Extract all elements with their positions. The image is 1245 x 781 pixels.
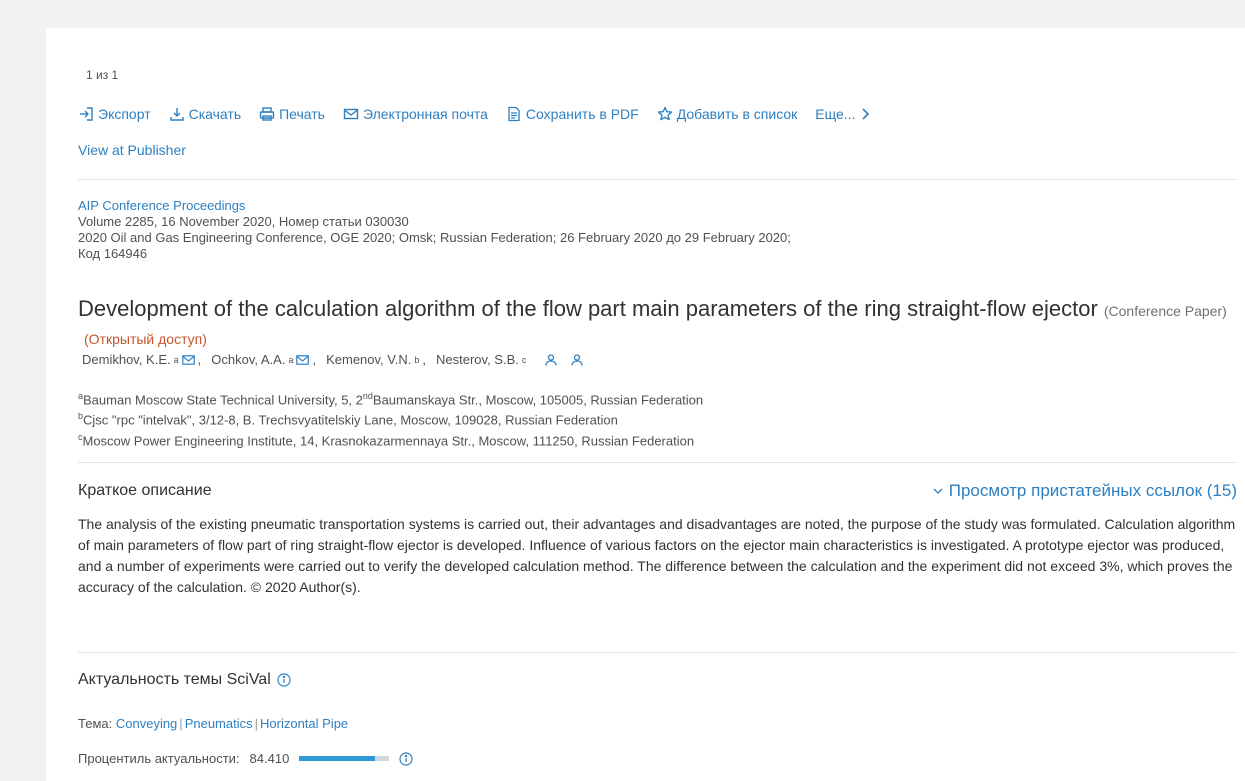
author-item[interactable]: Kemenov, V.N. b,	[326, 352, 426, 367]
mail-icon	[343, 108, 359, 120]
author-item[interactable]: Ochkov, A.A. a ,	[211, 352, 316, 367]
divider	[78, 462, 1237, 463]
conference-line: 2020 Oil and Gas Engineering Conference,…	[78, 230, 791, 245]
abstract-text: The analysis of the existing pneumatic t…	[78, 516, 1236, 595]
more-button[interactable]: Еще...	[815, 106, 873, 122]
export-label: Экспорт	[98, 106, 151, 122]
affiliation-text: Bauman Moscow State Technical University…	[83, 392, 363, 408]
document-panel: 1 из 1 Экспорт Скачать Печать Электронна…	[46, 28, 1245, 781]
topic-link[interactable]: Horizontal Pipe	[260, 716, 348, 731]
topic-link[interactable]: Pneumatics	[185, 716, 253, 731]
volume-line: Volume 2285, 16 November 2020, Номер ста…	[78, 214, 409, 229]
info-icon[interactable]	[399, 751, 413, 766]
open-access-badge: (Открытый доступ)	[84, 331, 207, 347]
download-icon	[169, 108, 184, 121]
document-title: Development of the calculation algorithm…	[78, 296, 1237, 352]
abstract-header: Краткое описание Просмотр пристатейных с…	[78, 481, 1237, 501]
percentile-label: Процентиль актуальности:	[78, 751, 240, 766]
affiliation-ordinal: nd	[362, 391, 373, 401]
more-label: Еще...	[815, 106, 856, 122]
author-name: Demikhov, K.E.	[82, 352, 171, 367]
author-affiliation-mark: a	[173, 354, 179, 365]
mail-icon[interactable]	[181, 354, 195, 365]
add-to-list-label: Добавить в список	[676, 106, 798, 122]
star-icon	[657, 106, 672, 121]
affiliation-list: aBauman Moscow State Technical Universit…	[78, 388, 703, 449]
author-affiliation-mark: b	[414, 354, 420, 365]
topic-row: Тема: Conveying | Pneumatics | Horizontal Pi…	[78, 716, 348, 731]
percentile-bar-fill	[299, 756, 376, 761]
journal-link[interactable]: AIP Conference Proceedings	[78, 198, 791, 214]
author-item[interactable]: Demikhov, K.E. a ,	[82, 352, 201, 367]
pdf-icon	[508, 106, 520, 122]
author-list: Demikhov, K.E. a , Ochkov, A.A. a , Kemeno…	[82, 352, 584, 367]
export-button[interactable]: Экспорт	[78, 106, 151, 122]
topic-label: Тема:	[78, 716, 113, 731]
affiliation-item: bCjsc "rpc "intelvak", 3/12-8, B. Trechs…	[78, 408, 703, 428]
print-button[interactable]: Печать	[259, 106, 325, 122]
save-pdf-label: Сохранить в PDF	[525, 106, 639, 122]
add-to-list-button[interactable]: Добавить в список	[657, 106, 798, 122]
author-item[interactable]: Nesterov, S.B. c	[436, 352, 526, 367]
abstract-heading: Краткое описание	[78, 482, 212, 499]
code-line: Код 164946	[78, 246, 148, 261]
person-icon[interactable]	[544, 353, 558, 367]
divider	[78, 652, 1237, 653]
source-info: AIP Conference Proceedings Volume 2285, …	[78, 198, 791, 262]
percentile-bar	[299, 756, 390, 761]
person-icon[interactable]	[570, 353, 584, 367]
save-pdf-button[interactable]: Сохранить в PDF	[506, 106, 639, 122]
author-affiliation-mark: a	[288, 354, 294, 365]
affiliation-text-rest: Baumanskaya Str., Moscow, 105005, Russia…	[372, 392, 704, 408]
document-toolbar: Экспорт Скачать Печать Электронная почта	[78, 106, 873, 122]
author-name: Kemenov, V.N.	[326, 352, 412, 367]
view-references-link[interactable]: Просмотр пристатейных ссылок (15)	[933, 481, 1237, 501]
percentile-value: 84.410	[249, 751, 290, 766]
chevron-right-icon	[862, 108, 870, 120]
affiliation-item: cMoscow Power Engineering Institute, 14,…	[78, 429, 703, 449]
info-icon[interactable]	[277, 673, 291, 687]
scival-heading-text: Актуальность темы SciVal	[78, 671, 271, 688]
topic-separator: |	[179, 716, 183, 731]
mail-icon[interactable]	[296, 354, 310, 365]
author-affiliation-mark: c	[521, 354, 527, 365]
download-button[interactable]: Скачать	[169, 106, 242, 122]
view-references-label: Просмотр пристатейных ссылок (15)	[948, 481, 1237, 500]
affiliation-item: aBauman Moscow State Technical Universit…	[78, 388, 703, 408]
export-icon	[80, 107, 93, 121]
view-at-publisher-link[interactable]: View at Publisher	[78, 142, 186, 158]
topic-link[interactable]: Conveying	[116, 716, 177, 731]
scival-heading: Актуальность темы SciVal	[78, 671, 291, 689]
divider	[78, 179, 1237, 180]
email-label: Электронная почта	[362, 106, 488, 122]
print-label: Печать	[279, 106, 325, 122]
author-name: Ochkov, A.A.	[211, 352, 286, 367]
affiliation-text: Cjsc "rpc "intelvak", 3/12-8, B. Trechsv…	[83, 412, 618, 428]
print-icon	[259, 107, 275, 121]
affiliation-text: Moscow Power Engineering Institute, 14, …	[82, 432, 695, 448]
result-pager: 1 из 1	[86, 68, 119, 82]
topic-separator: |	[254, 716, 258, 731]
document-title-text: Development of the calculation algorithm…	[78, 296, 1098, 321]
percentile-row: Процентиль актуальности: 84.410	[78, 751, 413, 766]
author-name: Nesterov, S.B.	[436, 352, 519, 367]
document-type: (Conference Paper)	[1103, 303, 1227, 319]
chevron-down-icon	[933, 488, 943, 494]
download-label: Скачать	[188, 106, 242, 122]
email-button[interactable]: Электронная почта	[343, 106, 488, 122]
